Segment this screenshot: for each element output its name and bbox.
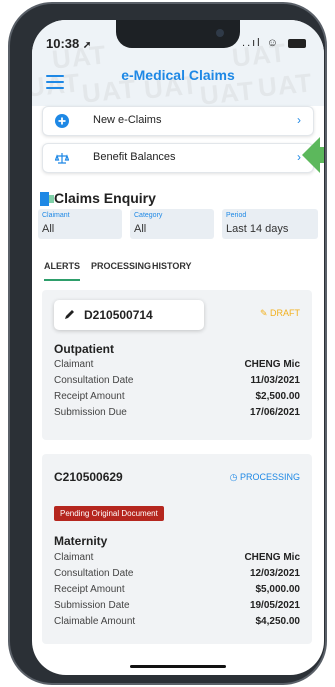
detail-row: Submission Due 17/06/2021 xyxy=(54,407,300,418)
app-screen: UAT UAT UAT UAT UAT UAT UAT 10:38 ➚ ..ıl… xyxy=(32,20,324,675)
tab-processing[interactable]: PROCESSING xyxy=(91,261,151,271)
home-indicator[interactable] xyxy=(130,665,226,668)
new-eclaims-label: New e-Claims xyxy=(93,114,162,126)
tab-history[interactable]: HISTORY xyxy=(152,261,192,271)
chevron-right-icon: › xyxy=(297,113,301,127)
chevron-right-icon: › xyxy=(297,150,301,164)
filter-claimant[interactable]: Claimant All xyxy=(38,209,122,239)
new-eclaims-button[interactable]: New e-Claims › xyxy=(42,106,314,136)
filter-label: Claimant xyxy=(42,212,70,219)
phone-frame: UAT UAT UAT UAT UAT UAT UAT 10:38 ➚ ..ıl… xyxy=(8,2,327,685)
filter-value: Last 14 days xyxy=(226,223,289,235)
claim-card[interactable]: D210500714 ✎ DRAFT Outpatient Claimant CH… xyxy=(42,290,312,440)
detail-row: Consultation Date 12/03/2021 xyxy=(54,568,300,579)
status-icons: ..ıl ☺ xyxy=(242,37,306,49)
filter-label: Period xyxy=(226,212,247,219)
pencil-icon xyxy=(65,310,74,319)
claim-id: D210500714 xyxy=(84,308,153,322)
battery-icon xyxy=(288,38,306,48)
benefit-balances-label: Benefit Balances xyxy=(93,151,176,163)
claims-icon xyxy=(40,192,54,206)
pencil-icon: ✎ xyxy=(259,308,268,318)
scale-icon xyxy=(55,153,69,164)
detail-row: Receipt Amount $2,500.00 xyxy=(54,391,300,402)
claim-card[interactable]: C210500629 ◷ PROCESSING Pending Original… xyxy=(42,454,312,644)
filter-value: All xyxy=(134,223,147,235)
detail-row: Claimant CHENG Mic xyxy=(54,359,300,370)
arrow-pointer-icon xyxy=(302,137,324,173)
tab-active-indicator xyxy=(44,279,80,281)
claim-id: C210500629 xyxy=(54,470,123,484)
tab-alerts[interactable]: ALERTS xyxy=(44,261,80,271)
claim-type: Outpatient xyxy=(54,342,114,356)
clock-icon: ◷ xyxy=(229,472,238,482)
pending-badge: Pending Original Document xyxy=(54,506,164,521)
status-badge: ✎ DRAFT xyxy=(259,308,300,318)
claim-id-box[interactable]: D210500714 xyxy=(54,300,204,330)
camera-icon xyxy=(216,29,224,37)
app-title: e-Medical Claims xyxy=(121,67,235,83)
status-badge: ◷ PROCESSING xyxy=(229,472,300,482)
filter-label: Category xyxy=(134,212,163,219)
benefit-balances-button[interactable]: Benefit Balances › xyxy=(42,143,314,173)
app-header: UAT UAT UAT UAT UAT UAT UAT 10:38 ➚ ..ıl… xyxy=(32,20,324,106)
filter-period[interactable]: Period Last 14 days xyxy=(222,209,318,239)
signal-icon: ..ıl xyxy=(242,37,262,49)
wifi-icon: ☺ xyxy=(266,37,280,49)
section-title: Claims Enquiry xyxy=(40,190,156,206)
detail-row: Claimable Amount $4,250.00 xyxy=(54,616,300,627)
detail-row: Submission Date 19/05/2021 xyxy=(54,600,300,611)
claim-type: Maternity xyxy=(54,534,108,548)
filter-value: All xyxy=(42,223,55,235)
detail-row: Receipt Amount $5,000.00 xyxy=(54,584,300,595)
filter-category[interactable]: Category All xyxy=(130,209,214,239)
detail-row: Claimant CHENG Mic xyxy=(54,552,300,563)
plus-circle-icon xyxy=(55,114,69,128)
status-time: 10:38 ➚ xyxy=(46,36,92,51)
detail-row: Consultation Date 11/03/2021 xyxy=(54,375,300,386)
